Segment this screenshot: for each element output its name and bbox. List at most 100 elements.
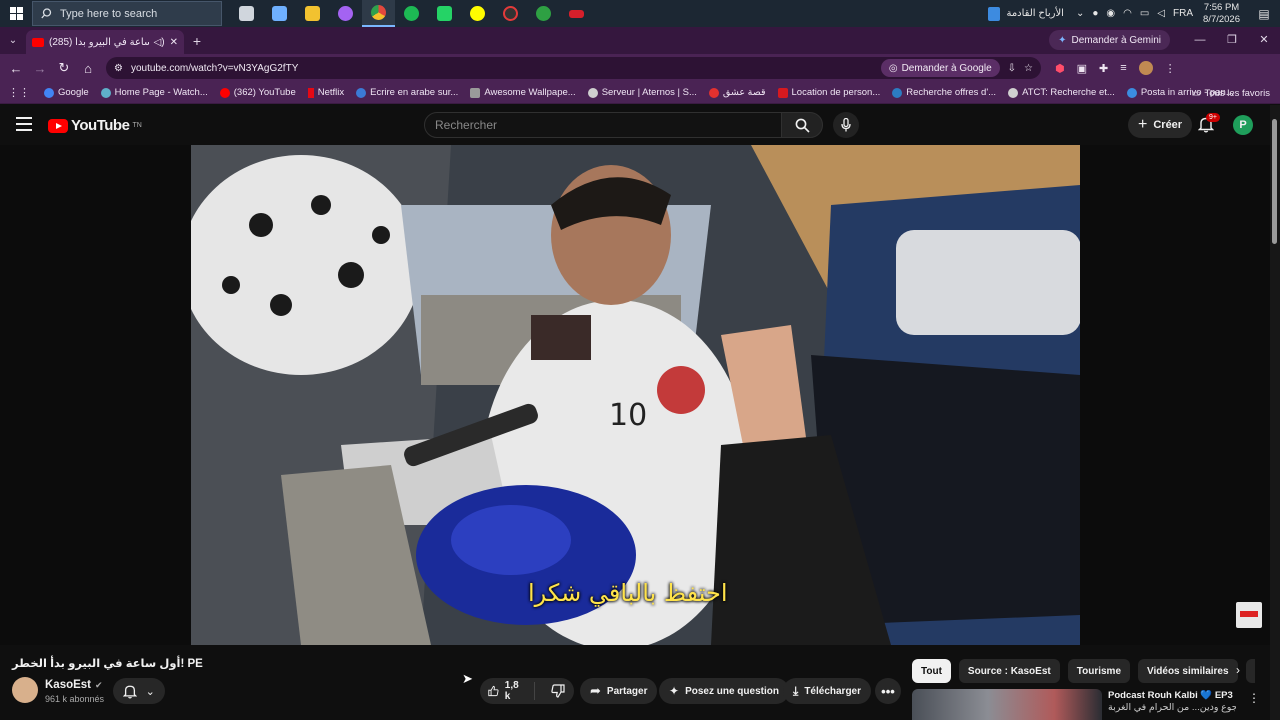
menu-kebab-icon[interactable]: ⋮: [1165, 62, 1176, 75]
bookmark-star-icon[interactable]: ☆: [1024, 63, 1033, 74]
close-tab-icon[interactable]: ✕: [170, 37, 178, 48]
chips-next-chevron-icon[interactable]: ›: [1236, 663, 1240, 677]
tab-search-button[interactable]: ⌄: [0, 35, 26, 46]
youtube-search-input[interactable]: Rechercher: [424, 112, 782, 138]
taskbar-app-snapchat[interactable]: [461, 0, 494, 27]
bookmark-aternos[interactable]: Serveur | Aternos | S...: [582, 87, 703, 98]
all-bookmarks-button[interactable]: ▭ Tous les favoris: [1192, 82, 1270, 104]
microphone-icon[interactable]: ●: [1092, 8, 1098, 19]
extensions-puzzle-icon[interactable]: ✚: [1099, 62, 1108, 75]
restore-icon[interactable]: ❐: [1216, 27, 1248, 54]
forward-button[interactable]: →: [28, 61, 52, 76]
recommended-more-icon[interactable]: ⋮: [1248, 691, 1260, 705]
bookmark-netflix[interactable]: Netflix: [302, 87, 350, 98]
close-icon[interactable]: ✕: [1248, 27, 1280, 54]
bookmark-label: ATCT: Recherche et...: [1022, 87, 1115, 98]
share-button[interactable]: ➦ Partager: [580, 678, 658, 704]
start-button[interactable]: [0, 0, 32, 27]
apps-grid-icon[interactable]: ⋮⋮: [0, 86, 38, 99]
page-scrollbar[interactable]: [1270, 105, 1280, 720]
youtube-logo[interactable]: YouTube TN: [48, 117, 142, 134]
language-indicator[interactable]: FRA: [1173, 8, 1193, 19]
home-button[interactable]: ⌂: [76, 61, 100, 76]
new-tab-button[interactable]: +: [184, 33, 210, 49]
taskbar-search-box[interactable]: Type here to search: [32, 1, 222, 26]
voice-search-button[interactable]: [833, 112, 859, 138]
bookmark-arabic-series[interactable]: قصة عشق: [703, 87, 772, 98]
google-icon: [44, 87, 54, 98]
channel-name: KasoEst: [45, 679, 92, 691]
taskbar-app-file-explorer[interactable]: [296, 0, 329, 27]
ask-question-button[interactable]: ✦ Posez une question: [659, 678, 789, 704]
taskbar-clock[interactable]: 7:56 PM 8/7/2026: [1203, 2, 1240, 26]
bookmark-wallpaper[interactable]: Awesome Wallpape...: [464, 87, 581, 98]
ask-google-button[interactable]: ◎ Demander à Google: [880, 59, 1000, 77]
chip-videos-similaires[interactable]: Vidéos similaires: [1138, 659, 1238, 683]
ask-gemini-button[interactable]: ✦ Demander à Gemini: [1049, 30, 1170, 50]
like-dislike-group: 1,8 k: [480, 678, 574, 704]
channel-name-link[interactable]: KasoEst ✔: [45, 679, 103, 691]
extension-box-icon[interactable]: ▣: [1077, 62, 1087, 75]
windows-icon: [9, 7, 23, 20]
taskbar-app-spotify[interactable]: [395, 0, 428, 27]
bookmark-ecrire-arabe[interactable]: Ecrire en arabe sur...: [350, 87, 464, 98]
bookmark-google[interactable]: Google: [38, 87, 95, 98]
sidebar-icon[interactable]: ≡: [1120, 62, 1126, 74]
site-info-icon[interactable]: ⚙: [114, 63, 123, 74]
chip-source-kasoest[interactable]: Source : KasoEst: [958, 659, 1060, 683]
create-button[interactable]: + Créer: [1128, 112, 1193, 138]
taskbar-app-xbox[interactable]: [527, 0, 560, 27]
wifi-icon[interactable]: ◠: [1123, 8, 1132, 19]
like-button[interactable]: 1,8 k: [480, 680, 535, 702]
scrollbar-thumb[interactable]: [1272, 119, 1277, 244]
bookmark-home-page[interactable]: Home Page - Watch...: [95, 87, 214, 98]
chip-pour-vous[interactable]: Pou: [1245, 659, 1255, 683]
recommended-video-title[interactable]: Podcast Rouh Kalbi 💙 EP3 | مخدرات، جوع و…: [1108, 690, 1236, 714]
download-button[interactable]: ⤓ Télécharger: [783, 678, 872, 704]
bookmark-youtube[interactable]: (362) YouTube: [214, 87, 302, 98]
back-button[interactable]: ←: [4, 61, 28, 76]
volume-icon[interactable]: ◁: [1157, 8, 1165, 19]
notification-center-icon[interactable]: ▤: [1252, 7, 1276, 21]
taskbar-app-whatsapp[interactable]: [428, 0, 461, 27]
dislike-button[interactable]: [541, 684, 575, 698]
recommended-video-thumbnail[interactable]: [912, 689, 1102, 720]
taskbar-app-task-view[interactable]: [230, 0, 263, 27]
taskbar-app-meet[interactable]: [263, 0, 296, 27]
install-app-icon[interactable]: ⇩: [1008, 63, 1016, 74]
file-explorer-icon: [305, 6, 320, 21]
video-player[interactable]: 10 احتفظ بالباقي شكرا: [0, 145, 1270, 645]
channel-watermark[interactable]: [1236, 602, 1262, 628]
youtube-search-button[interactable]: [781, 112, 823, 138]
home-icon: ⌂: [84, 60, 92, 76]
video-frame[interactable]: 10: [191, 145, 1080, 645]
tab-youtube-video[interactable]: (285) أول ساعة في البيرو بدأ ◁) ✕: [26, 30, 184, 54]
account-avatar[interactable]: P: [1233, 115, 1253, 135]
bookmark-atct[interactable]: ATCT: Recherche et...: [1002, 87, 1121, 98]
more-actions-button[interactable]: •••: [875, 678, 901, 704]
bookmark-recherche-offres[interactable]: Recherche offres d'...: [886, 87, 1002, 98]
chip-tout[interactable]: Tout: [912, 659, 951, 683]
bookmark-location[interactable]: Location de person...: [772, 87, 887, 98]
taskbar-app-other[interactable]: [560, 0, 593, 27]
taskbar-app-recorder[interactable]: [494, 0, 527, 27]
chip-tourisme[interactable]: Tourisme: [1067, 659, 1131, 683]
extension-red-icon[interactable]: ⬢: [1055, 62, 1065, 75]
channel-avatar[interactable]: [12, 677, 38, 703]
browser-tab-strip: ⌄ (285) أول ساعة في البيرو بدأ ◁) ✕ + ✦ …: [0, 27, 1280, 54]
task-view-icon: [239, 6, 254, 21]
hamburger-menu-icon[interactable]: [16, 117, 32, 131]
chevron-up-icon[interactable]: ⌄: [1076, 8, 1084, 19]
address-bar[interactable]: ⚙ youtube.com/watch?v=vN3YAgG2fTY ◎ Dema…: [106, 57, 1041, 79]
subscription-bell-button[interactable]: ⌄: [113, 678, 165, 704]
sparkle-icon: ✦: [669, 684, 680, 698]
reload-button[interactable]: ↻: [52, 60, 76, 76]
battery-icon[interactable]: ▭: [1140, 8, 1149, 19]
minimize-icon[interactable]: —: [1184, 27, 1216, 54]
news-widget[interactable]: الأرباح القادمة: [988, 6, 1064, 21]
speaker-icon[interactable]: ◁): [154, 37, 165, 48]
camera-icon[interactable]: ◉: [1106, 8, 1115, 19]
taskbar-app-messenger[interactable]: [329, 0, 362, 27]
profile-icon[interactable]: [1138, 61, 1153, 75]
taskbar-app-chrome[interactable]: [362, 0, 395, 27]
